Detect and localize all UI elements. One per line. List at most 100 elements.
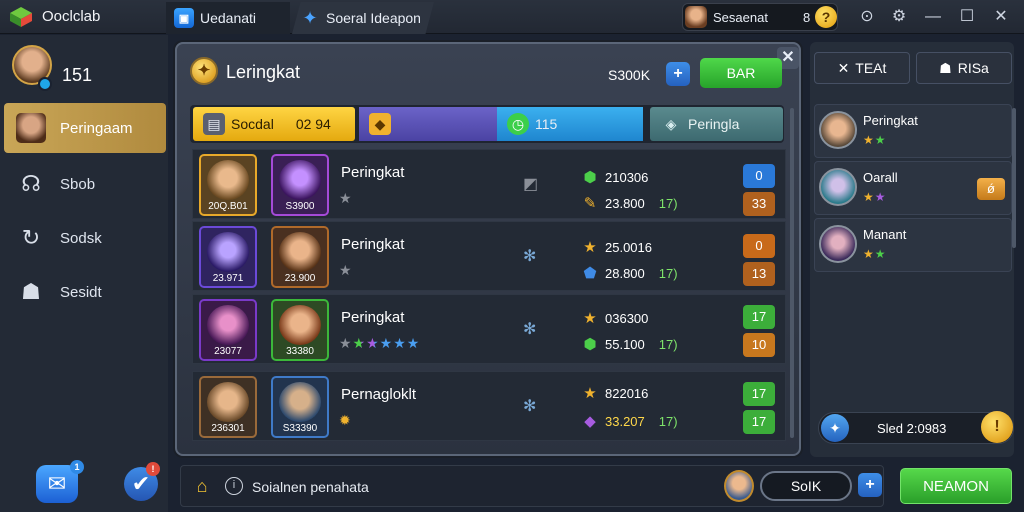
filter-label: Socdal	[231, 116, 274, 132]
filter-gold[interactable]: ◆	[359, 107, 497, 141]
tab-risa[interactable]: ☗ RISa	[916, 52, 1012, 84]
rating-stars: ★★★★★★	[339, 335, 421, 351]
snowflake-icon: ✻	[523, 248, 537, 265]
sidebar: 151 Peringaam ☊ Sbob ↻ Sodsk ☗ Sesidt	[0, 35, 168, 512]
star-icon: ★	[583, 310, 597, 327]
sidebar-item-label: Sesidt	[60, 283, 102, 301]
table-row[interactable]: 20Q.B01 S3900 Peringkat ★ ◩ ⬢ 210306 ✎ 2…	[192, 149, 786, 219]
lock-icon: ▤	[203, 113, 225, 135]
info-icon: i	[225, 477, 243, 495]
reward-badge[interactable]: ǿ	[977, 178, 1005, 200]
search-button[interactable]: SoIK	[760, 471, 852, 501]
person-icon: ☗	[939, 59, 952, 76]
count-badge: 17	[743, 410, 775, 434]
table-row[interactable]: 236301 S33390 Pernagloklt ✹ ✻ ★ 822016 ◆…	[192, 371, 786, 441]
rating-stars: ★★	[863, 247, 887, 261]
count-badge: 13	[743, 262, 775, 286]
hero-card[interactable]: 236301	[199, 376, 257, 438]
crystal-icon: ◆	[584, 413, 596, 430]
table-row[interactable]: 23077 33380 Peringkat ★★★★★★ ✻ ★ 036300 …	[192, 294, 786, 364]
user-chip[interactable]: Sesaenat 8 ?	[682, 3, 838, 31]
app-logo-icon	[10, 7, 32, 27]
stat-secondary: ⬢ 55.100 17)	[581, 335, 677, 353]
hero-avatar[interactable]	[724, 470, 754, 502]
close-button[interactable]: ✕	[990, 6, 1012, 28]
record-icon[interactable]: ⊙	[856, 6, 878, 28]
hero-card[interactable]: 23.971	[199, 226, 257, 288]
stat-primary: ★ 036300	[581, 309, 648, 327]
hero-card[interactable]: 20Q.B01	[199, 154, 257, 216]
snowflake-icon: ✻	[523, 398, 537, 415]
rank-badge: 17	[743, 305, 775, 329]
chest-icon: ◩	[523, 176, 539, 193]
avatar	[685, 6, 707, 28]
chat-icon: ✉	[47, 471, 67, 496]
hero-card[interactable]: 33380	[271, 299, 329, 361]
shield-icon: ⬟	[583, 265, 597, 282]
count-badge: 10	[743, 333, 775, 357]
rating-stars: ★	[339, 262, 353, 278]
filter-socdal[interactable]: ▤ Socdal 02 94	[193, 107, 355, 141]
stat-secondary: ◆ 33.207 17)	[581, 412, 677, 430]
row-name: Peringkat	[341, 236, 405, 253]
list-item[interactable]: Manant ★★	[814, 218, 1012, 272]
sidebar-item-sbob[interactable]: ☊ Sbob	[4, 159, 166, 209]
table-row[interactable]: 23.971 23.900 Peringkat ★ ✻ ★ 25.0016 ⬟ …	[192, 221, 786, 291]
app-title: Ooclclab	[42, 8, 101, 25]
stat-primary: ★ 25.0016	[581, 238, 652, 256]
avatar	[819, 111, 857, 149]
group-icon: ☗	[21, 279, 41, 304]
rating-stars: ★★	[863, 190, 887, 204]
sidebar-item-sodsk[interactable]: ↻ Sodsk	[4, 213, 166, 263]
star-icon: ★	[583, 385, 597, 402]
hero-card[interactable]: S33390	[271, 376, 329, 438]
coin-icon: !	[981, 411, 1013, 443]
stat-primary: ⬢ 210306	[581, 168, 648, 186]
gold-icon: ◆	[369, 113, 391, 135]
hero-card[interactable]: 23077	[199, 299, 257, 361]
filter-count[interactable]: ◷ 115	[497, 107, 643, 141]
list-item[interactable]: Oarall ★★ ǿ	[814, 161, 1012, 215]
app-store-icon: ▣	[174, 8, 194, 28]
coin-icon: ?	[815, 6, 837, 28]
add-button[interactable]: +	[666, 62, 690, 86]
panel-title: Leringkat	[226, 62, 301, 82]
gold-gear-icon: ✹	[339, 412, 352, 428]
tab-soeral-ideapon[interactable]: ✦ Soeral Ideapon	[292, 2, 434, 34]
tab-uedanati[interactable]: ▣ Uedanati	[166, 2, 290, 34]
score-value: S300K	[608, 67, 651, 83]
sidebar-item-label: Sbob	[60, 175, 96, 193]
chat-badge: 1	[70, 460, 84, 474]
minimize-button[interactable]: —	[922, 6, 944, 28]
online-badge-icon	[38, 77, 52, 91]
filter-value: 02 94	[295, 116, 331, 132]
filter-peringla[interactable]: ◈ Peringla	[650, 107, 783, 141]
profile-number: 151	[62, 65, 93, 85]
primary-action-button[interactable]: NEAMON	[900, 468, 1012, 504]
stat-secondary: ⬟ 28.800 17)	[581, 264, 677, 282]
settings-gear-icon[interactable]: ⚙	[888, 6, 910, 28]
home-icon[interactable]: ⌂	[192, 476, 212, 496]
filter-label: Peringla	[688, 116, 740, 132]
user-level: 8	[803, 10, 811, 25]
status-text: Soialnen penahata	[252, 479, 369, 495]
sidebar-item-sesidt[interactable]: ☗ Sesidt	[4, 267, 166, 317]
hero-card[interactable]: S3900	[271, 154, 329, 216]
right-scrollbar[interactable]	[1012, 108, 1016, 248]
sidebar-item-peringaam[interactable]: Peringaam	[4, 103, 166, 153]
snowflake-icon: ✻	[523, 321, 537, 338]
reward-footer[interactable]: ✦ Sled 2:0983 !	[818, 411, 1014, 444]
panel-scrollbar[interactable]	[790, 108, 794, 438]
stat-primary: ★ 822016	[581, 384, 648, 402]
tab-teat[interactable]: ✕ TEAt	[814, 52, 910, 84]
maximize-button[interactable]: ☐	[956, 6, 978, 28]
tab-label: Soeral Ideapon	[326, 10, 421, 26]
sidebar-item-label: Sodsk	[60, 229, 102, 247]
list-item[interactable]: Peringkat ★★	[814, 104, 1012, 158]
rank-badge: 17	[743, 382, 775, 406]
cycle-icon: ↻	[21, 225, 41, 250]
hero-card[interactable]: 23.900	[271, 226, 329, 288]
footer-text: Sled 2:0983	[877, 421, 947, 436]
add-button[interactable]: +	[858, 473, 882, 497]
green-action-button[interactable]: BAR	[700, 58, 782, 88]
